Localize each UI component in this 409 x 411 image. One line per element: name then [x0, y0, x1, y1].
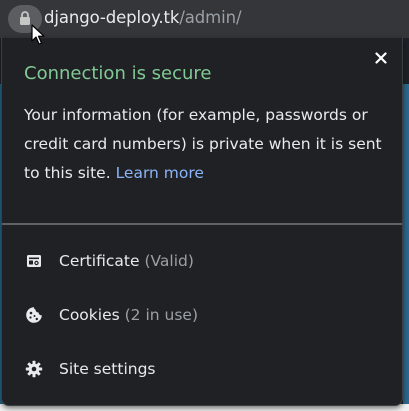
- certificate-label: Certificate: [59, 252, 140, 270]
- certificate-item[interactable]: Certificate (Valid): [2, 241, 402, 281]
- lock-icon: [19, 10, 31, 29]
- gear-icon: [25, 360, 43, 378]
- certificate-icon: [25, 252, 43, 270]
- site-settings-item[interactable]: Site settings: [2, 349, 402, 389]
- page-info-popup: Connection is secure Your information (f…: [1, 38, 403, 406]
- cookie-icon: [25, 306, 43, 324]
- close-button[interactable]: [370, 47, 392, 69]
- url-domain: django-deploy.tk: [44, 8, 180, 27]
- cookies-count: (2 in use): [124, 306, 199, 324]
- site-settings-label: Site settings: [59, 360, 156, 378]
- popup-description: Your information (for example, passwords…: [24, 101, 389, 188]
- divider: [2, 223, 402, 225]
- certificate-status: (Valid): [144, 252, 194, 270]
- popup-title: Connection is secure: [24, 63, 212, 84]
- omnibox: django-deploy.tk/admin/: [0, 0, 409, 38]
- close-icon: [375, 49, 387, 68]
- cookies-item[interactable]: Cookies (2 in use): [2, 295, 402, 335]
- learn-more-link[interactable]: Learn more: [116, 164, 204, 182]
- address-bar-url[interactable]: django-deploy.tk/admin/: [44, 8, 242, 27]
- mouse-cursor-icon: [31, 24, 45, 50]
- browser-window: django-deploy.tk/admin/ Connection is se…: [0, 0, 409, 411]
- url-path: /admin/: [179, 8, 242, 27]
- page-background: [403, 84, 409, 411]
- cookies-label: Cookies: [59, 306, 120, 324]
